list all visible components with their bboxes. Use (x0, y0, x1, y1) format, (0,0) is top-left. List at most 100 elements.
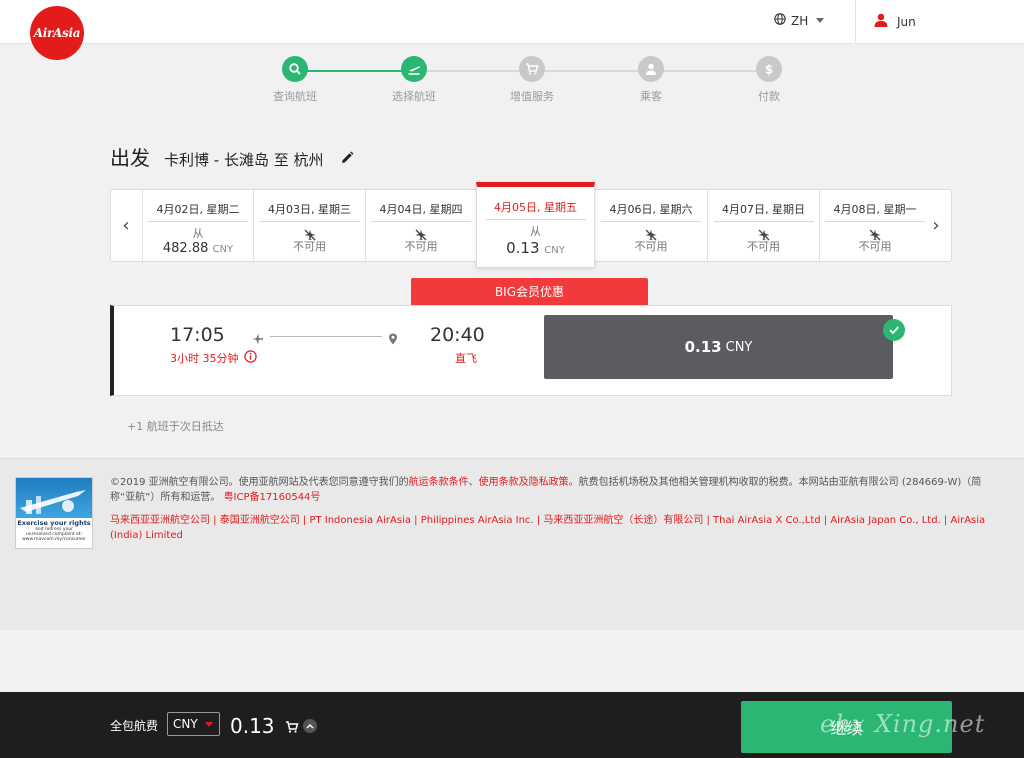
no-flight-icon (366, 226, 476, 241)
airline-companies-links[interactable]: 马来西亚亚洲航空公司 | 泰国亚洲航空公司 | PT Indonesia Air… (110, 513, 1005, 543)
date-price: 482.88 CNY (143, 241, 253, 256)
badge-title: Exercise your rights (17, 519, 91, 527)
booking-progress-stepper: 查询航班 选择航班 增值服务 乘客 $ 付款 (0, 56, 1024, 106)
total-fare-value: 0.13 (230, 714, 275, 738)
next-day-note: +1 航班于次日抵达 (127, 420, 224, 433)
date-option-selected[interactable]: 4月05日, 星期五 从 0.13 CNY (476, 182, 595, 268)
unavailable-label: 不可用 (858, 240, 892, 253)
step-label: 增值服务 (510, 90, 554, 103)
date-label: 4月07日, 星期日 (722, 203, 805, 216)
divider (825, 221, 925, 222)
date-option[interactable]: 4月07日, 星期日 不可用 (707, 190, 819, 261)
big-member-banner: BIG会员优惠 (411, 278, 648, 305)
direction-label: 出发 (110, 146, 150, 170)
date-option[interactable]: 4月03日, 星期三 不可用 (253, 190, 365, 261)
divider (259, 221, 360, 222)
duration-label: 3小时 35分钟 (170, 352, 239, 365)
price-currency: CNY (544, 245, 565, 256)
continue-button[interactable]: 继续 (741, 701, 952, 753)
flight-path (252, 330, 402, 345)
divider (601, 221, 701, 222)
user-name: Jun (897, 14, 916, 29)
date-option[interactable]: 4月06日, 星期六 不可用 (595, 190, 707, 261)
step-passengers[interactable]: 乘客 (611, 56, 691, 104)
step-add-ons[interactable]: 增值服务 (492, 56, 572, 104)
date-option[interactable]: 4月04日, 星期四 不可用 (365, 190, 476, 261)
mavcom-badge[interactable]: Exercise your rights and redress your un… (15, 477, 93, 549)
unavailable-label: 不可用 (634, 240, 668, 253)
bottom-summary-bar: 全包航费 CNY 0.13 继续 ehx Xing.net (0, 692, 1024, 758)
unavailable-label: 不可用 (404, 240, 438, 253)
stops-label: 直飞 (455, 352, 477, 365)
from-label: 从 (530, 225, 541, 238)
plane-depart-icon (401, 56, 427, 82)
unavailable-label: 不可用 (747, 240, 780, 253)
currency-select[interactable]: CNY (167, 712, 220, 736)
flight-path-line (270, 336, 382, 337)
icp-license-link[interactable]: 粤ICP备17160544号 (224, 492, 321, 503)
step-payment[interactable]: $ 付款 (729, 56, 809, 104)
chevron-right-icon[interactable]: › (921, 190, 951, 261)
plane-icon (252, 330, 264, 349)
price-value: 0.13 (506, 239, 540, 257)
divider (713, 221, 814, 222)
date-price: 0.13 CNY (477, 239, 594, 257)
date-option[interactable]: 4月08日, 星期一 不可用 (819, 190, 930, 261)
divider (371, 221, 471, 222)
legal-separator: 、 (468, 477, 479, 488)
info-icon[interactable] (243, 350, 257, 366)
date-selector: ‹ 4月02日, 星期二 从 482.88 CNY 4月03日, 星期三 不可用… (110, 182, 952, 268)
legal-text: ©2019 亚洲航空有限公司。使用亚航网站及代表您同意遵守我们的航运条款条件、使… (110, 475, 1005, 543)
no-flight-icon (254, 226, 365, 241)
date-label: 4月06日, 星期六 (609, 203, 693, 216)
chevron-up-icon[interactable] (303, 719, 317, 733)
top-header: AirAsia ZH Jun (0, 0, 1024, 60)
step-connector (414, 70, 768, 72)
no-flight-icon (820, 226, 930, 241)
pencil-icon[interactable] (340, 150, 354, 169)
chevron-left-icon[interactable]: ‹ (111, 190, 141, 261)
header-divider (855, 0, 856, 44)
chevron-down-icon (816, 18, 825, 23)
departure-time: 17:05 (170, 324, 225, 346)
conditions-of-carriage-link[interactable]: 航运条款条件 (409, 477, 469, 488)
terms-privacy-link[interactable]: 使用条款及隐私政策 (479, 477, 569, 488)
date-option[interactable]: 4月02日, 星期二 从 482.88 CNY (142, 190, 253, 261)
map-pin-icon (388, 330, 398, 349)
step-search-flights[interactable]: 查询航班 (255, 56, 335, 104)
badge-line: www.mavcom.my/consumer (22, 537, 86, 542)
fare-price: 0.13 (684, 338, 722, 356)
date-label: 4月05日, 星期五 (494, 201, 577, 214)
search-icon (282, 56, 308, 82)
route-label: 卡利博 - 长滩岛 至 杭州 (164, 151, 324, 169)
globe-icon (774, 13, 786, 28)
arrival-time: 20:40 (430, 324, 485, 346)
step-label: 付款 (758, 90, 780, 103)
user-icon (874, 13, 888, 30)
no-flight-icon (708, 226, 819, 241)
from-label: 从 (192, 227, 204, 240)
unavailable-label: 不可用 (293, 240, 326, 253)
step-select-flight[interactable]: 选择航班 (374, 56, 454, 104)
plane-illustration-icon (16, 478, 92, 518)
step-label: 查询航班 (273, 90, 317, 103)
currency-value: CNY (173, 717, 198, 731)
cart-icon (519, 56, 545, 82)
svg-text:$: $ (765, 63, 773, 77)
price-currency: CNY (212, 244, 234, 255)
footer: Exercise your rights and redress your un… (0, 458, 1024, 630)
price-value: 482.88 (162, 241, 209, 256)
language-selector[interactable]: ZH (774, 13, 825, 28)
cart-icon[interactable] (285, 719, 299, 738)
flight-card[interactable]: 17:05 3小时 35分钟 20:40 直飞 0.13 CNY (110, 305, 952, 396)
step-label: 乘客 (640, 90, 662, 103)
step-label: 选择航班 (392, 90, 436, 103)
date-label: 4月04日, 星期四 (379, 203, 463, 216)
user-menu[interactable]: Jun (874, 13, 916, 30)
divider (485, 219, 586, 220)
date-label: 4月03日, 星期三 (268, 203, 351, 216)
dollar-icon: $ (756, 56, 782, 82)
fare-currency: CNY (725, 339, 753, 355)
fare-option-button[interactable]: 0.13 CNY (544, 315, 905, 379)
airasia-logo[interactable]: AirAsia (30, 6, 84, 60)
